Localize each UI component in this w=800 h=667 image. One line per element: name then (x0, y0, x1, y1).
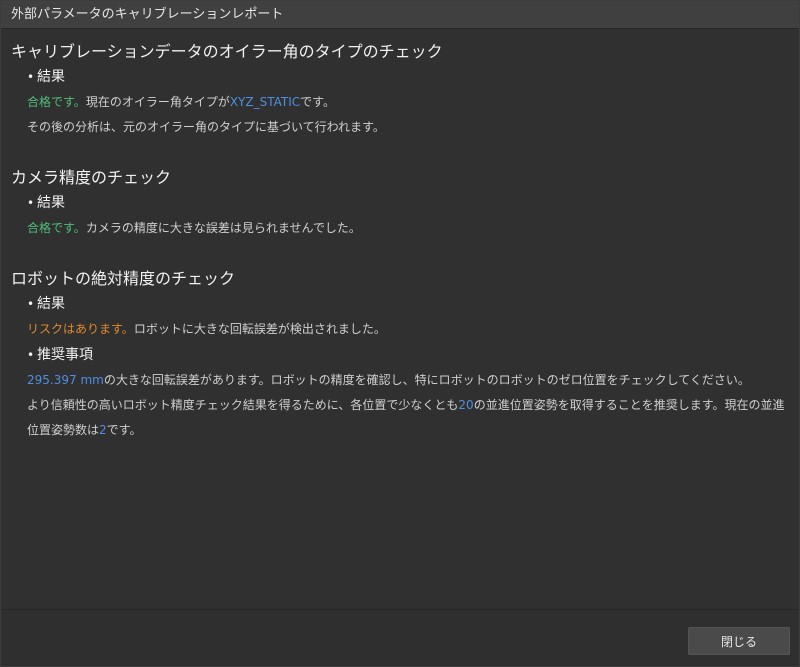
result-text: ロボットに大きな回転誤差が検出されました。 (133, 322, 386, 336)
result-heading: 結果 (11, 66, 799, 88)
report-dialog: 外部パラメータのキャリブレーションレポート キャリブレーションデータのオイラー角… (0, 0, 800, 667)
result-text-pre: 現在のオイラー角タイプが (85, 95, 230, 109)
section-title: キャリブレーションデータのオイラー角のタイプのチェック (11, 42, 443, 61)
result-text-post: です。 (300, 95, 335, 109)
recommend-line-2: より信頼性の高いロボット精度チェック結果を得るために、各位置で少なくとも20の並… (11, 393, 799, 443)
pass-status: 合格です。 (27, 95, 86, 109)
result-line: 合格です。現在のオイラー角タイプがXYZ_STATICです。 (11, 90, 799, 115)
euler-type-value: XYZ_STATIC (229, 95, 301, 109)
risk-status: リスクはあります。 (27, 322, 134, 336)
close-button[interactable]: 閉じる (688, 627, 790, 655)
rotation-error-value: 295.397 mm (27, 373, 104, 387)
recommend-heading: 推奨事項 (11, 344, 799, 366)
result-text: カメラの精度に大きな誤差は見られませんでした。 (85, 221, 361, 235)
result-line: 合格です。カメラの精度に大きな誤差は見られませんでした。 (11, 216, 799, 241)
recommend-text-2-post: です。 (106, 423, 142, 437)
dialog-title: 外部パラメータのキャリブレーションレポート (1, 1, 799, 29)
pass-status: 合格です。 (27, 221, 86, 235)
current-pose-count-value: 2 (99, 423, 107, 437)
section-title: カメラ精度のチェック (11, 168, 172, 187)
recommend-line-1: 295.397 mmの大きな回転誤差があります。ロボットの精度を確認し、特にロボ… (11, 368, 799, 393)
section-title: ロボットの絶対精度のチェック (11, 269, 236, 288)
result-heading: 結果 (11, 192, 799, 214)
min-pose-count-value: 20 (458, 398, 474, 412)
section-robot-accuracy-check: ロボットの絶対精度のチェック 結果 リスクはあります。ロボットに大きな回転誤差が… (11, 267, 799, 443)
result-heading: 結果 (11, 293, 799, 315)
note-line: その後の分析は、元のオイラー角のタイプに基づいて行われます。 (27, 120, 385, 134)
section-euler-angle-check: キャリブレーションデータのオイラー角のタイプのチェック 結果 合格です。現在のオ… (11, 40, 799, 140)
recommend-text-1: の大きな回転誤差があります。ロボットの精度を確認し、特にロボットのロボットのゼロ… (103, 373, 750, 387)
recommend-text-2-pre: より信頼性の高いロボット精度チェック結果を得るために、各位置で少なくとも (27, 398, 459, 412)
dialog-footer: 閉じる (1, 610, 799, 666)
report-content: キャリブレーションデータのオイラー角のタイプのチェック 結果 合格です。現在のオ… (1, 29, 799, 609)
section-camera-accuracy-check: カメラ精度のチェック 結果 合格です。カメラの精度に大きな誤差は見られませんでし… (11, 166, 799, 241)
result-line: リスクはあります。ロボットに大きな回転誤差が検出されました。 (11, 317, 799, 342)
